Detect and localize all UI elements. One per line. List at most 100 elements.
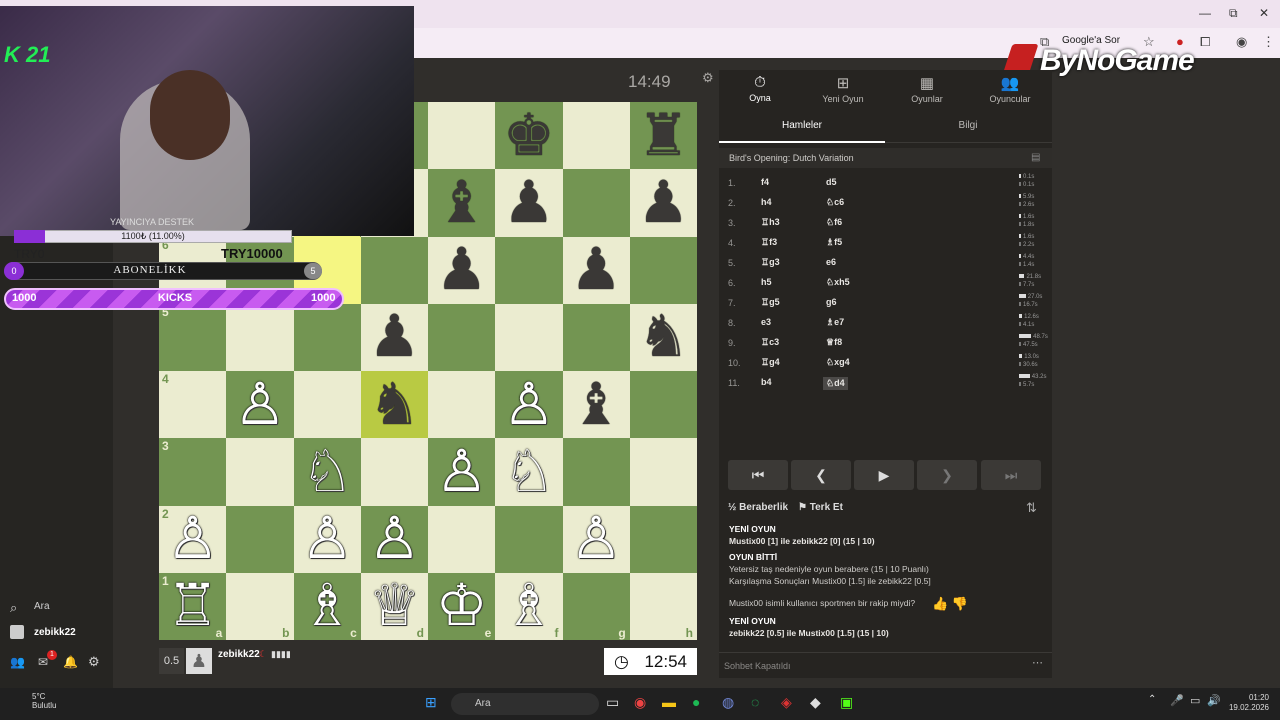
board-square[interactable]: ♖ 1 a (159, 572, 227, 640)
black-piece-icon[interactable]: ♟ (368, 308, 420, 366)
extensions-puzzle-icon[interactable]: ⧠ (1200, 34, 1210, 50)
search-icon[interactable]: ⌕ (10, 600, 17, 616)
user-avatar[interactable] (10, 625, 24, 639)
board-square[interactable]: ♗ f (495, 572, 563, 640)
board-square[interactable] (428, 505, 496, 573)
white-move[interactable]: ♖g4 (761, 357, 780, 368)
board-square[interactable]: 3 (159, 438, 227, 506)
board-square[interactable] (562, 102, 630, 170)
close-button[interactable]: ✕ (1259, 6, 1269, 20)
board-square[interactable]: ♟ (629, 169, 697, 237)
board-square[interactable] (226, 505, 294, 573)
board-square[interactable] (495, 505, 563, 573)
board-square[interactable]: ♙ (495, 371, 563, 439)
board-square[interactable]: ♙ (226, 371, 294, 439)
board-square[interactable]: ♙ (428, 438, 496, 506)
black-move[interactable]: ♘f6 (826, 217, 842, 228)
file-explorer-icon[interactable]: ▬ (662, 694, 676, 710)
minimize-button[interactable]: — (1199, 6, 1211, 20)
board-square[interactable] (629, 371, 697, 439)
board-square[interactable]: ♝ (428, 169, 496, 237)
board-settings-icon[interactable]: ⚙ (702, 70, 714, 86)
black-move[interactable]: d5 (826, 177, 837, 187)
white-move[interactable]: b4 (761, 377, 772, 387)
sportsmanship-vote[interactable]: 👍 👎 (932, 596, 968, 612)
board-square[interactable] (629, 438, 697, 506)
resign-button[interactable]: ⚑ Terk Et (798, 502, 843, 513)
player-avatar[interactable]: ♟ (186, 648, 212, 674)
board-square[interactable]: ♗ c (293, 572, 361, 640)
tray-chevron-icon[interactable]: ⌃ (1148, 694, 1156, 705)
board-square[interactable]: 5 (159, 303, 227, 371)
thumbs-up-icon[interactable]: 👍 (932, 596, 948, 611)
white-move[interactable]: ♖g3 (761, 257, 780, 268)
network-icon[interactable]: ▭ (1190, 694, 1200, 707)
white-piece-icon[interactable]: ♙ (368, 510, 420, 568)
board-square[interactable]: ♚ (495, 102, 563, 170)
thumbs-down-icon[interactable]: 👎 (952, 596, 968, 611)
settings-gear-icon[interactable]: ⚙ (88, 654, 100, 670)
white-move[interactable]: ♖g5 (761, 297, 780, 308)
board-square[interactable]: ♞ (360, 371, 428, 439)
white-piece-icon[interactable]: ♘ (503, 442, 555, 501)
whatsapp-icon[interactable]: ◌ (751, 694, 759, 710)
tab-info[interactable]: Bilgi (885, 113, 1051, 143)
white-move[interactable]: e3 (761, 317, 771, 327)
next-move-button[interactable]: ❯ (917, 460, 977, 490)
white-piece-icon[interactable]: ♙ (570, 510, 622, 568)
board-square[interactable]: ♝ (562, 371, 630, 439)
board-square[interactable] (428, 371, 496, 439)
board-square[interactable]: ♙ (293, 505, 361, 573)
board-square[interactable] (495, 303, 563, 371)
tab-players[interactable]: 👥 Oyuncular (970, 74, 1050, 104)
black-piece-icon[interactable]: ♞ (368, 375, 420, 434)
white-piece-icon[interactable]: ♙ (503, 375, 555, 434)
black-piece-icon[interactable]: ♜ (637, 106, 689, 165)
board-square[interactable]: ♜ (629, 102, 697, 170)
previous-move-button[interactable]: ❮ (791, 460, 851, 490)
chat-more-icon[interactable]: ⋯ (1032, 656, 1043, 669)
taskbar-search[interactable]: Ara (451, 693, 599, 715)
black-piece-icon[interactable]: ♟ (570, 241, 622, 299)
board-square[interactable] (562, 438, 630, 506)
board-square[interactable] (495, 236, 563, 304)
board-square[interactable] (428, 102, 496, 170)
discord-icon[interactable]: ◍ (722, 694, 734, 711)
board-square[interactable]: ♟ (428, 236, 496, 304)
board-square[interactable]: ♔ e (428, 572, 496, 640)
play-button[interactable]: ▶ (854, 460, 914, 490)
white-piece-icon[interactable]: ♙ (234, 375, 286, 434)
white-move[interactable]: h5 (761, 277, 772, 287)
board-square[interactable] (629, 236, 697, 304)
sidebar-username[interactable]: zebikk22 (34, 627, 76, 638)
restore-button[interactable]: ⧉ (1229, 6, 1238, 21)
board-square[interactable]: h (629, 572, 697, 640)
board-square[interactable]: ♙ (562, 505, 630, 573)
last-move-button[interactable]: ⏭ (981, 460, 1041, 490)
board-square[interactable] (428, 303, 496, 371)
board-square[interactable]: ♘ (495, 438, 563, 506)
white-piece-icon[interactable]: ♘ (301, 442, 353, 501)
black-move[interactable]: ♘c6 (826, 197, 844, 208)
board-square[interactable]: ♙ 2 (159, 505, 227, 573)
white-piece-icon[interactable]: ♔ (436, 577, 488, 635)
book-icon[interactable]: ▤ (1031, 152, 1040, 163)
board-square[interactable]: g (562, 572, 630, 640)
board-square[interactable]: b (226, 572, 294, 640)
bell-icon[interactable]: 🔔 (63, 655, 78, 669)
task-view-icon[interactable]: ▭ (606, 694, 619, 711)
game-app-icon[interactable]: ◆ (810, 694, 821, 711)
board-square[interactable]: ♟ (562, 236, 630, 304)
start-button-icon[interactable]: ⊞ (425, 694, 437, 711)
black-piece-icon[interactable]: ♝ (570, 375, 622, 434)
board-square[interactable] (629, 505, 697, 573)
white-move[interactable]: ♖c3 (761, 337, 779, 348)
board-square[interactable]: ♟ (360, 303, 428, 371)
first-move-button[interactable]: ⏮ (728, 460, 788, 490)
draw-button[interactable]: ½ Beraberlik (728, 502, 788, 513)
tab-games[interactable]: ▦ Oyunlar (887, 74, 967, 104)
white-piece-icon[interactable]: ♙ (167, 510, 219, 568)
board-square[interactable] (226, 303, 294, 371)
white-piece-icon[interactable]: ♙ (436, 442, 488, 501)
board-square[interactable] (360, 438, 428, 506)
